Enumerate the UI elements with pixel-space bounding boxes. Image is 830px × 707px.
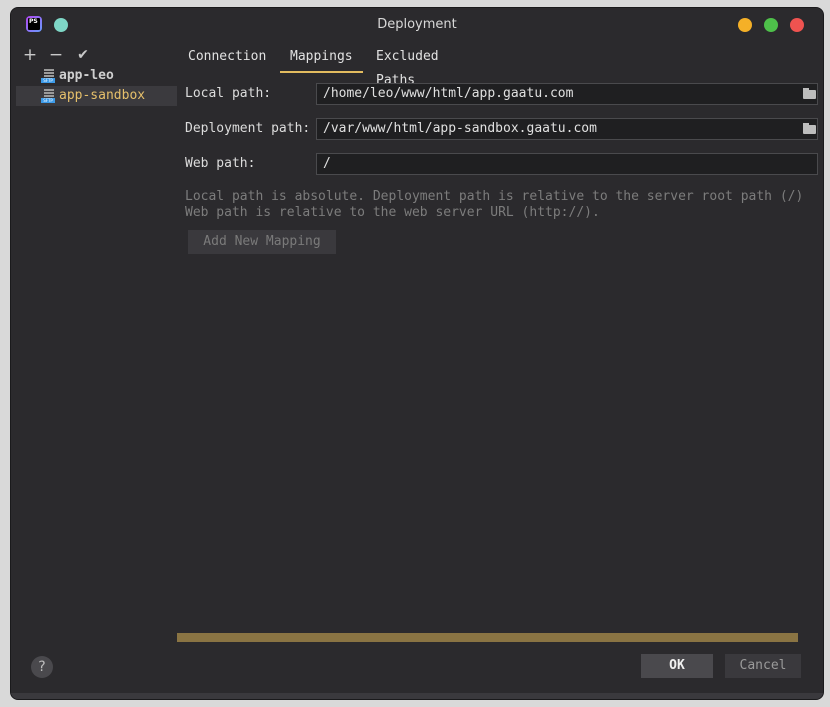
help-button[interactable]: ? (31, 656, 53, 678)
tab-mappings[interactable]: Mappings (280, 45, 363, 73)
server-item-app-sandbox[interactable]: SFTP app-sandbox (16, 86, 177, 106)
remove-server-button[interactable]: − (46, 46, 66, 64)
add-new-mapping-button[interactable]: Add New Mapping (188, 230, 336, 254)
folder-icon[interactable] (803, 88, 817, 100)
server-list: SFTP app-leo SFTP app-sandbox (16, 66, 177, 106)
add-server-button[interactable]: + (20, 46, 40, 64)
deployment-path-label: Deployment path: (185, 121, 311, 136)
window-title: Deployment (377, 17, 457, 32)
local-path-label: Local path: (185, 86, 272, 101)
apply-button[interactable]: ✔ (73, 46, 93, 64)
web-path-label: Web path: (185, 156, 256, 171)
hint-text-line-1: Local path is absolute. Deployment path … (185, 189, 804, 204)
server-label: app-leo (59, 68, 114, 83)
maximize-button[interactable] (764, 18, 778, 32)
tab-connection[interactable]: Connection (178, 45, 276, 73)
window-bottom-edge (11, 693, 823, 699)
close-button[interactable] (790, 18, 804, 32)
server-item-app-leo[interactable]: SFTP app-leo (16, 66, 177, 86)
server-label: app-sandbox (59, 88, 146, 103)
deployment-path-value: /var/www/html/app-sandbox.gaatu.com (323, 121, 597, 136)
deployment-path-field[interactable]: /var/www/html/app-sandbox.gaatu.com (316, 118, 818, 140)
deployment-window: PS Deployment + − ✔ SFTP app-leo SFTP ap… (10, 7, 824, 700)
web-path-value: / (323, 156, 331, 171)
folder-icon[interactable] (803, 123, 817, 135)
progress-bar (177, 633, 798, 642)
sftp-server-icon: SFTP (41, 69, 55, 83)
title-bar: PS Deployment (11, 8, 823, 41)
hint-text-line-2: Web path is relative to the web server U… (185, 205, 600, 220)
tab-excluded-paths[interactable]: Excluded Paths (366, 45, 449, 88)
local-path-value: /home/leo/www/html/app.gaatu.com (323, 86, 574, 101)
cancel-button[interactable]: Cancel (725, 654, 801, 678)
web-path-field[interactable]: / (316, 153, 818, 175)
minimize-button[interactable] (738, 18, 752, 32)
ok-button[interactable]: OK (641, 654, 713, 678)
sftp-server-icon: SFTP (41, 89, 55, 103)
local-path-field[interactable]: /home/leo/www/html/app.gaatu.com (316, 83, 818, 105)
